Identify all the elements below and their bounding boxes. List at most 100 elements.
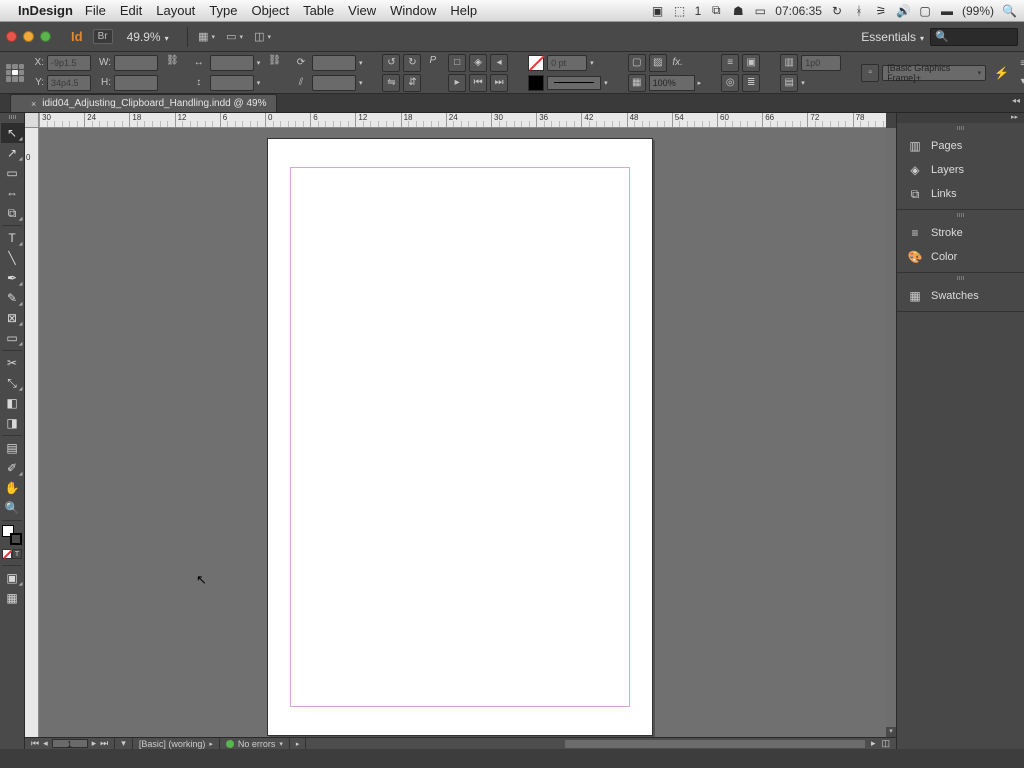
free-transform-tool[interactable]: ⤡◢ xyxy=(1,373,24,393)
prev-page-button[interactable]: ◂ xyxy=(43,738,48,749)
select-container-button[interactable]: □ xyxy=(448,54,466,72)
object-style-dropdown[interactable]: [Basic Graphics Frame]+▾ xyxy=(882,65,986,81)
view-mode-normal-button[interactable]: ▣◢ xyxy=(1,568,24,588)
line-tool[interactable]: ╲ xyxy=(1,248,24,268)
menu-window[interactable]: Window xyxy=(390,3,436,18)
pencil-tool[interactable]: ✎◢ xyxy=(1,288,24,308)
scale-y-input[interactable] xyxy=(210,75,254,91)
close-window-button[interactable] xyxy=(6,31,17,42)
vertical-ruler[interactable]: 0 xyxy=(25,128,39,737)
first-page-button[interactable]: ⏮ xyxy=(31,738,39,749)
reference-point-selector[interactable] xyxy=(6,64,24,82)
spotlight-icon[interactable]: 🔍 xyxy=(1002,4,1016,18)
fill-stroke-selector[interactable]: T xyxy=(2,525,22,545)
menu-layout[interactable]: Layout xyxy=(156,3,195,18)
bluetooth-icon[interactable]: ᚼ xyxy=(852,4,866,18)
h-input[interactable] xyxy=(114,75,158,91)
wifi-icon[interactable]: ⚞ xyxy=(874,4,888,18)
selection-tool[interactable]: ↖◢ xyxy=(1,123,24,143)
corner-options-button[interactable]: ▢ xyxy=(628,54,646,72)
shear-input[interactable] xyxy=(312,75,356,91)
panel-swatches[interactable]: ▦Swatches xyxy=(897,284,1024,308)
type-tool[interactable]: T◢ xyxy=(1,228,24,248)
clock[interactable]: 07:06:35 xyxy=(775,4,822,18)
next-page-button[interactable]: ▸ xyxy=(92,738,97,749)
panel-color[interactable]: 🎨Color xyxy=(897,245,1024,269)
workspace-switcher[interactable]: Essentials▾ xyxy=(861,30,924,44)
w-input[interactable] xyxy=(114,55,158,71)
timemachine-icon[interactable]: ↻ xyxy=(830,4,844,18)
eyedropper-tool[interactable]: ✐◢ xyxy=(1,458,24,478)
select-last-button[interactable]: ⏭ xyxy=(490,74,508,92)
arrange-documents-button[interactable]: ◫▾ xyxy=(252,26,274,48)
page-tool[interactable]: ▭ xyxy=(1,163,24,183)
panel-options-button[interactable]: ▾ xyxy=(1015,74,1024,90)
vscroll-thumb[interactable] xyxy=(886,128,896,737)
flip-v-button[interactable]: ⇵ xyxy=(403,74,421,92)
horizontal-scrollbar[interactable] xyxy=(565,740,865,748)
balance-columns-button[interactable]: ▤ xyxy=(780,74,798,92)
direct-selection-tool[interactable]: ↗◢ xyxy=(1,143,24,163)
help-search-input[interactable]: 🔍 xyxy=(930,28,1018,46)
zoom-level-dropdown[interactable]: 49.9%▾ xyxy=(127,30,169,44)
display-icon[interactable]: ▢ xyxy=(918,4,932,18)
close-tab-button[interactable]: × xyxy=(31,99,36,109)
constrain-scale-icon[interactable]: ⛓ xyxy=(268,52,281,68)
select-content-button[interactable]: ◈ xyxy=(469,54,487,72)
document-canvas[interactable] xyxy=(39,128,886,737)
apply-none-button[interactable] xyxy=(2,549,12,559)
bridge-button[interactable]: Br xyxy=(93,29,113,44)
page-navigator[interactable]: ⏮ ◂ 1 ▸ ⏭ xyxy=(25,738,115,749)
hscroll-thumb[interactable] xyxy=(565,740,865,748)
rectangle-frame-tool[interactable]: ⊠◢ xyxy=(1,308,24,328)
stroke-color-swatch[interactable] xyxy=(528,75,544,91)
menu-file[interactable]: File xyxy=(85,3,106,18)
page-1[interactable] xyxy=(267,138,653,736)
text-wrap-bbox-button[interactable]: ▣ xyxy=(742,54,760,72)
gap-tool[interactable]: ⇔ xyxy=(1,183,24,203)
hscroll-right-button[interactable]: ▸ xyxy=(871,738,876,749)
rotate-input[interactable] xyxy=(312,55,356,71)
fx-button[interactable]: fx. xyxy=(670,55,686,71)
menu-help[interactable]: Help xyxy=(450,3,477,18)
vertical-scrollbar[interactable]: ▴ ▾ xyxy=(886,128,896,737)
constrain-wh-icon[interactable]: ⛓ xyxy=(166,52,179,68)
rotate-ccw-button[interactable]: ↺ xyxy=(382,54,400,72)
minimize-window-button[interactable] xyxy=(23,31,34,42)
gutter-input[interactable]: 1p0 xyxy=(801,55,841,71)
scroll-down-button[interactable]: ▾ xyxy=(886,727,896,737)
text-wrap-jump-button[interactable]: ≣ xyxy=(742,74,760,92)
menu-table[interactable]: Table xyxy=(303,3,334,18)
zoom-window-button[interactable] xyxy=(40,31,51,42)
sync-icon[interactable]: ☗ xyxy=(731,4,745,18)
fill-swatch[interactable] xyxy=(528,55,544,71)
battery-icon[interactable]: ▬ xyxy=(940,4,954,18)
opacity-input[interactable]: 100% xyxy=(649,75,695,91)
x-input[interactable]: -9p1.5 xyxy=(47,55,91,71)
menu-view[interactable]: View xyxy=(348,3,376,18)
horizontal-ruler[interactable]: 30241812606121824303642485460667278 xyxy=(25,113,886,128)
last-page-button[interactable]: ⏭ xyxy=(100,738,108,749)
keyboard-icon[interactable]: ▭ xyxy=(753,4,767,18)
content-collector-tool[interactable]: ⧉◢ xyxy=(1,203,24,223)
panel-layers[interactable]: ◈Layers xyxy=(897,158,1024,182)
panel-menu-button[interactable]: ≡ xyxy=(1015,56,1024,72)
rectangle-tool[interactable]: ▭◢ xyxy=(1,328,24,348)
quick-apply-button[interactable]: ⚡ xyxy=(994,66,1009,80)
panel-links[interactable]: ⧉Links xyxy=(897,182,1024,206)
gradient-feather-tool[interactable]: ◨ xyxy=(1,413,24,433)
select-next-button[interactable]: ▸ xyxy=(448,74,466,92)
stroke-style-dropdown[interactable] xyxy=(547,76,601,90)
dropbox-icon[interactable]: ⧉ xyxy=(709,3,723,18)
note-tool[interactable]: ▤ xyxy=(1,438,24,458)
gradient-swatch-tool[interactable]: ◧ xyxy=(1,393,24,413)
select-first-button[interactable]: ⏮ xyxy=(469,74,487,92)
app-name[interactable]: InDesign xyxy=(18,3,73,18)
tabbar-collapse-buttons[interactable]: ◂◂ xyxy=(1012,96,1020,105)
pen-tool[interactable]: ✒◢ xyxy=(1,268,24,288)
select-prev-button[interactable]: ◂ xyxy=(490,54,508,72)
document-tab[interactable]: × idid04_Adjusting_Clipboard_Handling.in… xyxy=(10,94,277,112)
menu-type[interactable]: Type xyxy=(209,3,237,18)
color-profile-label[interactable]: [Basic] (working) xyxy=(139,739,206,749)
split-view-button[interactable]: ◫ xyxy=(881,738,890,749)
